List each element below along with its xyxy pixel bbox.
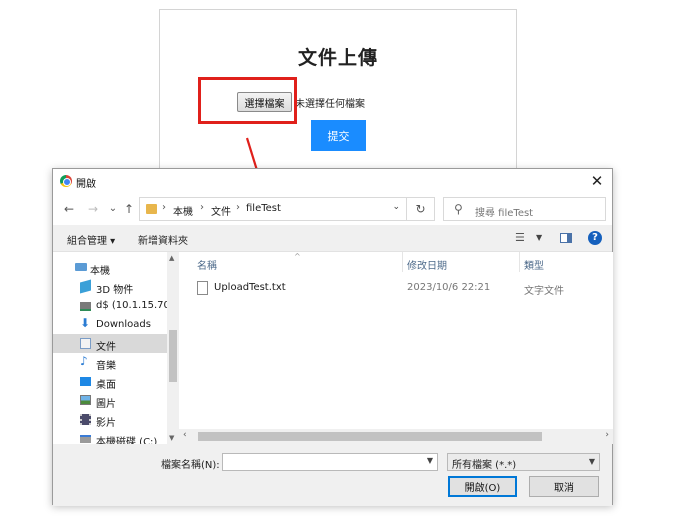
nav-item-videos[interactable]: 影片 bbox=[53, 410, 167, 429]
nav-item-network-drive[interactable]: d$ (10.1.15.70) bbox=[53, 296, 174, 315]
column-divider[interactable] bbox=[519, 252, 520, 272]
submit-button[interactable]: 提交 bbox=[311, 120, 366, 151]
back-arrow-icon[interactable]: ← bbox=[61, 201, 77, 217]
file-modified-date: 2023/10/6 22:21 bbox=[407, 282, 491, 293]
column-header-name[interactable]: 名稱 bbox=[197, 257, 217, 272]
breadcrumb-this-pc[interactable]: 本機 bbox=[173, 203, 193, 218]
breadcrumb-documents[interactable]: 文件 bbox=[211, 203, 231, 218]
file-row[interactable]: UploadTest.txt 2023/10/6 22:21 文字文件 bbox=[197, 278, 607, 298]
scrollbar-thumb[interactable] bbox=[198, 432, 542, 441]
sort-up-icon: ^ bbox=[294, 252, 301, 261]
command-toolbar: 組合管理 ▾ 新增資料夾 ☰ ▼ ? bbox=[53, 225, 612, 252]
pictures-icon bbox=[80, 395, 91, 405]
navigation-scrollbar[interactable]: ▲ ▼ bbox=[167, 252, 179, 444]
desktop-icon bbox=[80, 377, 91, 386]
help-icon[interactable]: ? bbox=[588, 231, 602, 245]
no-file-chosen-text: 未選擇任何檔案 bbox=[295, 99, 365, 110]
network-drive-icon bbox=[80, 302, 91, 311]
chrome-icon bbox=[60, 175, 72, 187]
breadcrumb-separator: › bbox=[162, 202, 166, 213]
dialog-title: 開啟 bbox=[76, 179, 96, 190]
nav-item-local-disk[interactable]: 本機磁碟 (C:) bbox=[53, 429, 167, 444]
forward-arrow-icon[interactable]: → bbox=[85, 201, 101, 217]
page-title: 文件上傳 bbox=[297, 47, 378, 69]
nav-item-label: Downloads bbox=[96, 319, 151, 330]
file-type: 文字文件 bbox=[524, 286, 564, 297]
chevron-down-icon[interactable]: ▼ bbox=[536, 233, 542, 242]
cube-icon bbox=[80, 279, 91, 294]
nav-item-documents[interactable]: 文件 bbox=[53, 334, 167, 353]
nav-item-label: 桌面 bbox=[96, 380, 116, 391]
disk-icon bbox=[80, 435, 91, 443]
preview-pane-icon[interactable] bbox=[560, 233, 572, 243]
scroll-right-icon[interactable]: › bbox=[605, 430, 609, 440]
scrollbar-thumb[interactable] bbox=[169, 330, 177, 382]
filename-label: 檔案名稱(N): bbox=[161, 460, 220, 471]
documents-icon bbox=[80, 338, 91, 349]
chevron-down-icon[interactable]: ▼ bbox=[427, 456, 433, 465]
refresh-icon[interactable]: ↻ bbox=[407, 197, 435, 221]
close-icon[interactable]: ✕ bbox=[587, 171, 607, 191]
nav-item-label: d$ (10.1.15.70) bbox=[96, 300, 174, 311]
search-input[interactable]: ⚲ 搜尋 fileTest bbox=[443, 197, 606, 221]
nav-item-this-pc[interactable]: 本機 bbox=[53, 258, 167, 277]
nav-item-label: 3D 物件 bbox=[96, 285, 134, 296]
file-list-pane: ^ 名稱 修改日期 類型 UploadTest.txt 2023/10/6 22… bbox=[179, 252, 613, 444]
search-placeholder: 搜尋 fileTest bbox=[475, 208, 534, 219]
recent-locations-chevron-icon[interactable]: ⌄ bbox=[105, 201, 121, 217]
scroll-down-icon[interactable]: ▼ bbox=[169, 434, 174, 442]
chevron-down-icon: ▼ bbox=[588, 457, 595, 466]
new-folder-button[interactable]: 新增資料夾 bbox=[138, 232, 188, 247]
nav-item-label: 本機磁碟 (C:) bbox=[96, 437, 158, 444]
nav-item-label: 圖片 bbox=[96, 399, 116, 410]
download-icon: ⬇ bbox=[80, 316, 91, 330]
address-bar[interactable]: › 本機 › 文件 › fileTest ⌄ bbox=[139, 197, 407, 221]
column-divider[interactable] bbox=[402, 252, 403, 272]
dialog-footer: 檔案名稱(N): ▼ 所有檔案 (*.*) ▼ 開啟(O) 取消 bbox=[53, 444, 612, 506]
navigation-pane: 本機 3D 物件 d$ (10.1.15.70) ⬇ Downloads 文件 … bbox=[53, 252, 179, 444]
organize-menu[interactable]: 組合管理 ▾ bbox=[67, 232, 115, 247]
nav-item-label: 影片 bbox=[96, 418, 116, 429]
cancel-button[interactable]: 取消 bbox=[529, 476, 599, 497]
nav-item-music[interactable]: ♪ 音樂 bbox=[53, 353, 167, 372]
scroll-left-icon[interactable]: ‹ bbox=[183, 430, 187, 440]
filter-value: 所有檔案 (*.*) bbox=[452, 460, 517, 471]
horizontal-scrollbar[interactable]: ‹ › bbox=[179, 429, 613, 444]
file-type-filter-select[interactable]: 所有檔案 (*.*) ▼ bbox=[447, 453, 600, 471]
nav-item-desktop[interactable]: 桌面 bbox=[53, 372, 167, 391]
navigation-bar: ← → ⌄ ↑ › 本機 › 文件 › fileTest ⌄ ↻ ⚲ 搜尋 fi… bbox=[53, 193, 612, 225]
column-header-type[interactable]: 類型 bbox=[524, 257, 544, 272]
view-options-icon[interactable]: ☰ bbox=[515, 231, 525, 244]
music-icon: ♪ bbox=[80, 354, 88, 368]
videos-icon bbox=[80, 414, 91, 425]
chevron-down-icon[interactable]: ⌄ bbox=[392, 202, 400, 212]
nav-item-label: 本機 bbox=[90, 266, 110, 277]
annotation-highlight-box bbox=[198, 77, 297, 124]
open-button[interactable]: 開啟(O) bbox=[448, 476, 517, 497]
text-file-icon bbox=[197, 281, 208, 295]
nav-item-label: 文件 bbox=[96, 342, 116, 353]
nav-item-label: 音樂 bbox=[96, 361, 116, 372]
nav-item-pictures[interactable]: 圖片 bbox=[53, 391, 167, 410]
up-arrow-icon[interactable]: ↑ bbox=[121, 201, 137, 217]
scroll-up-icon[interactable]: ▲ bbox=[169, 254, 174, 262]
breadcrumb-separator: › bbox=[236, 202, 240, 213]
file-open-dialog: 開啟 ✕ ← → ⌄ ↑ › 本機 › 文件 › fileTest ⌄ ↻ ⚲ … bbox=[52, 168, 613, 506]
breadcrumb-separator: › bbox=[200, 202, 204, 213]
column-header-modified[interactable]: 修改日期 bbox=[407, 257, 447, 272]
computer-icon bbox=[75, 263, 87, 271]
search-icon: ⚲ bbox=[454, 202, 463, 216]
nav-item-downloads[interactable]: ⬇ Downloads bbox=[53, 315, 167, 334]
dialog-titlebar: 開啟 ✕ bbox=[53, 169, 612, 193]
breadcrumb-filetest[interactable]: fileTest bbox=[246, 203, 281, 214]
filename-input[interactable]: ▼ bbox=[222, 453, 438, 471]
nav-item-3d-objects[interactable]: 3D 物件 bbox=[53, 277, 167, 296]
file-name: UploadTest.txt bbox=[214, 282, 286, 293]
folder-icon bbox=[146, 204, 157, 214]
